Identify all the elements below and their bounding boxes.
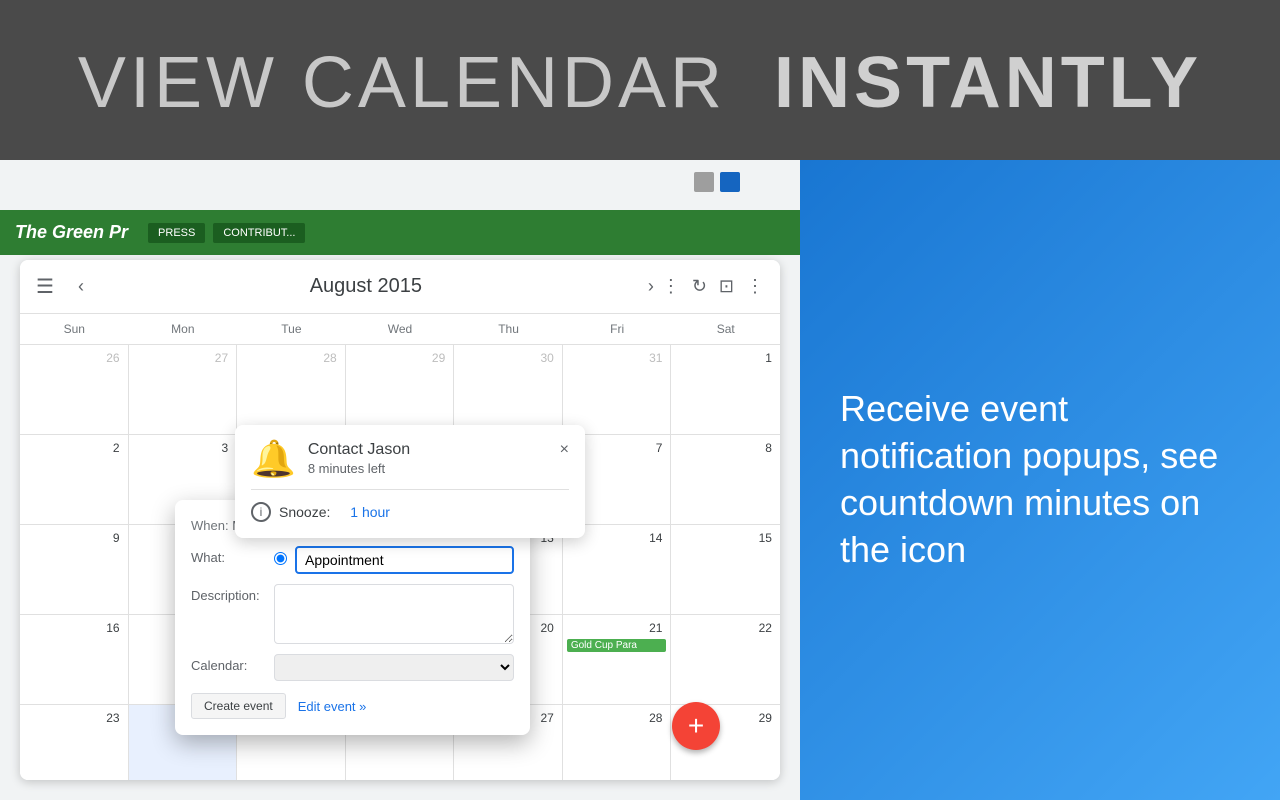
day-cell[interactable]: 8 — [671, 435, 780, 525]
day-cell[interactable]: 28 — [563, 705, 672, 780]
day-cell[interactable]: 9 — [20, 525, 129, 615]
day-cell[interactable]: 14 — [563, 525, 672, 615]
nav-press[interactable]: PRESS — [148, 223, 205, 243]
day-header-tue: Tue — [237, 314, 346, 345]
gear-icon — [694, 172, 714, 192]
notification-divider — [251, 489, 569, 490]
day-header-thu: Thu — [454, 314, 563, 345]
title-light: VIEW CALENDAR — [78, 43, 726, 123]
create-event-fab[interactable]: + — [672, 702, 720, 750]
day-cell[interactable]: 22 — [671, 615, 780, 705]
day-cell[interactable]: 23 — [20, 705, 129, 780]
next-month-button[interactable]: › — [640, 272, 662, 301]
dialog-desc-label: Description: — [191, 584, 266, 603]
event-type-radio[interactable] — [274, 552, 287, 565]
title-bold: INSTANTLY — [774, 43, 1202, 123]
dialog-cal-row: Calendar: — [191, 654, 514, 681]
event-title-input[interactable] — [295, 546, 514, 574]
snooze-value[interactable]: 1 hour — [350, 504, 390, 520]
notification-snooze: i Snooze: 1 hour — [251, 502, 569, 522]
extension-icons — [694, 172, 740, 192]
notification-info: Contact Jason 8 minutes left — [308, 441, 410, 476]
more-icon[interactable]: ⋮ — [746, 276, 764, 297]
day-cell[interactable]: 2 — [20, 435, 129, 525]
day-header-fri: Fri — [563, 314, 672, 345]
day-header-mon: Mon — [129, 314, 238, 345]
day-cell[interactable]: 15 — [671, 525, 780, 615]
day-cell[interactable]: 21 Gold Cup Para — [563, 615, 672, 705]
calendar-toolbar-icons: ⋮ ↻ ⊡ ⋮ — [662, 276, 764, 297]
month-title: August 2015 — [92, 275, 640, 298]
notification-title: Contact Jason — [308, 441, 410, 459]
calendar-header: ☰ ‹ August 2015 › ⋮ ↻ ⊡ ⋮ — [20, 260, 780, 314]
day-header-wed: Wed — [346, 314, 455, 345]
notification-time: 8 minutes left — [308, 461, 410, 476]
day-cell[interactable]: 1 — [671, 345, 780, 435]
snooze-label: Snooze: — [279, 504, 330, 520]
calendar-ext-icon[interactable] — [720, 172, 740, 192]
fullscreen-icon[interactable]: ⊡ — [719, 276, 734, 297]
dialog-what-row: What: — [191, 546, 514, 574]
day-cell[interactable]: 28 — [237, 345, 346, 435]
site-header: The Green Pr PRESS CONTRIBUT... — [0, 210, 800, 255]
refresh-icon[interactable]: ↻ — [692, 276, 707, 297]
promo-text: Receive event notification popups, see c… — [840, 386, 1240, 573]
create-event-button[interactable]: Create event — [191, 693, 286, 719]
event-description-input[interactable] — [274, 584, 514, 644]
day-cell[interactable]: 16 — [20, 615, 129, 705]
event-chip[interactable]: Gold Cup Para — [567, 639, 667, 652]
site-logo: The Green Pr — [15, 222, 128, 243]
notification-close-button[interactable]: × — [560, 441, 569, 459]
main-title: VIEW CALENDAR INSTANTLY — [78, 42, 1202, 124]
main-content: The Green Pr PRESS CONTRIBUT... ☰ ‹ Augu… — [0, 160, 1280, 800]
site-nav: PRESS CONTRIBUT... — [148, 223, 305, 243]
dialog-desc-row: Description: — [191, 584, 514, 644]
page-header: VIEW CALENDAR INSTANTLY — [0, 0, 1280, 160]
dialog-what-label: What: — [191, 546, 266, 565]
day-cell[interactable]: 26 — [20, 345, 129, 435]
dialog-actions: Create event Edit event » — [191, 693, 514, 719]
nav-contribute[interactable]: CONTRIBUT... — [213, 223, 305, 243]
prev-month-button[interactable]: ‹ — [70, 272, 92, 301]
day-cell[interactable]: 29 — [346, 345, 455, 435]
day-cell[interactable]: 27 — [129, 345, 238, 435]
dialog-cal-label: Calendar: — [191, 654, 266, 673]
right-panel: Receive event notification popups, see c… — [800, 160, 1280, 800]
notification-header: 🔔 Contact Jason 8 minutes left × — [251, 441, 569, 477]
snooze-icon: i — [251, 502, 271, 522]
notification-popup: 🔔 Contact Jason 8 minutes left × i Snooz… — [235, 425, 585, 538]
menu-icon[interactable]: ☰ — [36, 274, 54, 299]
calendar-select[interactable] — [274, 654, 514, 681]
day-header-sat: Sat — [671, 314, 780, 345]
day-cell[interactable]: 31 — [563, 345, 672, 435]
left-panel: The Green Pr PRESS CONTRIBUT... ☰ ‹ Augu… — [0, 160, 800, 800]
edit-event-link[interactable]: Edit event » — [298, 699, 367, 714]
day-header-sun: Sun — [20, 314, 129, 345]
share-icon[interactable]: ⋮ — [662, 276, 680, 297]
bell-icon: 🔔 — [251, 441, 296, 477]
day-cell[interactable]: 30 — [454, 345, 563, 435]
